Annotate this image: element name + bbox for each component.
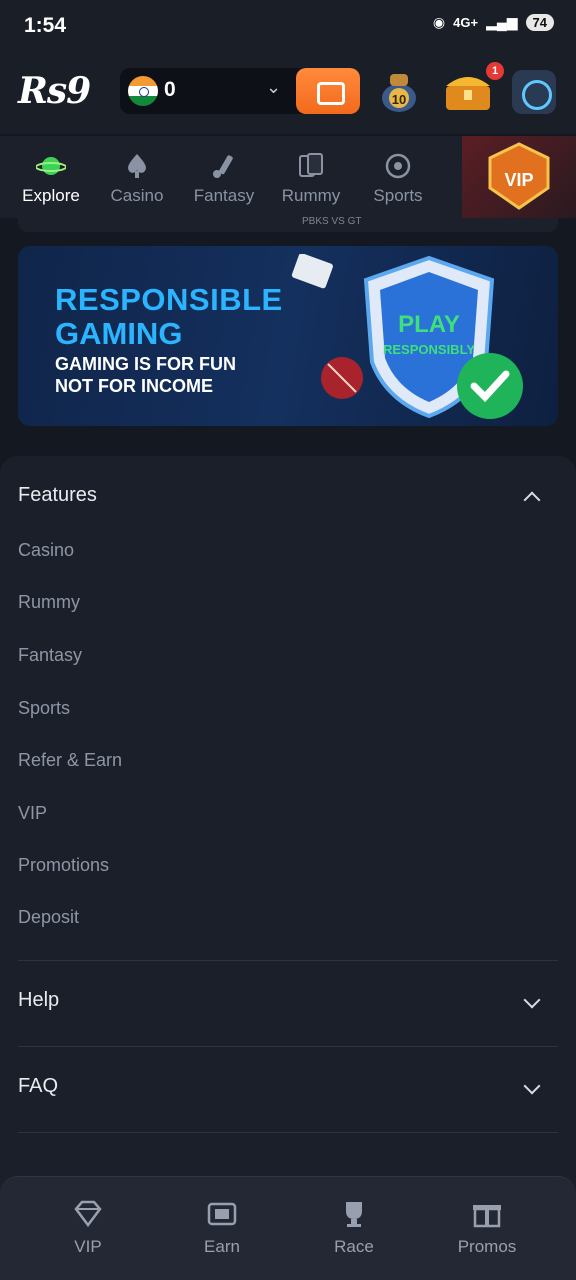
match-strip[interactable]: PBKS VS GT <box>18 216 558 232</box>
features-heading[interactable]: Features <box>18 484 97 507</box>
planet-icon <box>36 157 66 175</box>
divider <box>18 1046 558 1047</box>
footer-link-promotions[interactable]: Promotions <box>18 855 109 876</box>
trophy-icon <box>346 1202 362 1227</box>
bottom-nav-race-label: Race <box>334 1237 374 1256</box>
diamond-icon <box>74 1200 102 1228</box>
bottom-nav-vip-label: VIP <box>74 1237 102 1256</box>
vip-badge-label: VIP <box>504 170 533 190</box>
bottom-nav-promos-label: Promos <box>457 1237 517 1256</box>
hotspot-icon: ◉ <box>432 14 446 30</box>
tab-explore[interactable]: Explore <box>18 136 84 218</box>
gift-icon <box>473 1205 501 1228</box>
cards-icon <box>299 153 323 177</box>
cricket-bat-icon <box>213 155 233 178</box>
cricket-ball-icon <box>321 357 363 399</box>
status-bar: 1:54 ◉ 4G+ ▂▄▆ 74 <box>0 0 576 54</box>
check-coin-icon <box>457 353 523 419</box>
footer-link-deposit[interactable]: Deposit <box>18 907 79 928</box>
tab-fantasy[interactable]: Fantasy <box>190 136 258 218</box>
chevron-down-icon[interactable] <box>523 991 541 1009</box>
tab-sports-label: Sports <box>373 186 423 205</box>
status-time: 1:54 <box>24 14 67 37</box>
bottom-nav-earn[interactable]: Earn <box>190 1177 254 1280</box>
bottom-nav-race[interactable]: Race <box>322 1177 386 1280</box>
support-icon[interactable] <box>512 70 556 114</box>
tab-fantasy-label: Fantasy <box>193 186 255 205</box>
tab-sports[interactable]: Sports <box>368 136 428 218</box>
banner-title-line1: RESPONSIBLE <box>55 282 283 317</box>
footer-link-sports[interactable]: Sports <box>18 698 70 719</box>
bottom-nav-promos[interactable]: Promos <box>452 1177 522 1280</box>
footer-link-fantasy[interactable]: Fantasy <box>18 645 82 666</box>
tab-casino-label: Casino <box>110 186 164 205</box>
bottom-nav-vip[interactable]: VIP <box>56 1177 120 1280</box>
category-nav: Explore Casino Fantasy Rummy Sports VIP <box>0 136 576 218</box>
chevron-down-icon[interactable]: ⌄ <box>266 77 281 98</box>
pot-icon[interactable]: 10 <box>378 68 420 114</box>
banner-subtitle-line1: GAMING IS FOR FUN <box>55 354 236 374</box>
pot-level: 10 <box>392 92 406 107</box>
banner-title-line2: GAMING <box>55 316 183 351</box>
vip-crest-icon: VIP <box>488 142 550 210</box>
footer-link-vip[interactable]: VIP <box>18 803 47 824</box>
app-header: Rs9 0 ⌄ 10 1 <box>0 54 576 134</box>
football-icon <box>385 153 411 179</box>
balance-selector[interactable]: 0 ⌄ <box>120 68 360 114</box>
match-label: PBKS VS GT <box>302 216 362 227</box>
divider <box>18 1132 558 1133</box>
tab-rummy-label: Rummy <box>281 186 341 205</box>
earn-icon <box>207 1202 237 1226</box>
banner-subtitle-line2: NOT FOR INCOME <box>55 376 213 396</box>
playing-card-icon <box>291 254 333 289</box>
faq-heading[interactable]: FAQ <box>18 1075 58 1098</box>
responsible-gaming-banner[interactable]: RESPONSIBLE GAMING GAMING IS FOR FUN NOT… <box>18 246 558 426</box>
app-logo[interactable]: Rs9 <box>18 70 91 112</box>
battery-icon: 74 <box>525 14 554 31</box>
vip-badge[interactable]: VIP <box>462 136 576 218</box>
wallet-button[interactable] <box>296 68 360 114</box>
tab-explore-label: Explore <box>22 186 80 205</box>
bottom-nav: VIP Earn Race Promos <box>0 1176 576 1280</box>
india-flag-icon <box>128 76 158 106</box>
shield-line1: PLAY <box>398 311 460 338</box>
bottom-nav-earn-label: Earn <box>204 1237 240 1256</box>
balance-value: 0 <box>164 78 176 101</box>
tab-rummy[interactable]: Rummy <box>276 136 346 218</box>
notification-badge: 1 <box>486 62 504 80</box>
spade-icon <box>128 154 146 178</box>
signal-icon: ▂▄▆ <box>486 14 518 30</box>
footer-panel: Features Casino Rummy Fantasy Sports Ref… <box>0 456 576 1280</box>
tab-casino[interactable]: Casino <box>106 136 168 218</box>
network-label: 4G+ <box>453 15 479 30</box>
status-icons: ◉ 4G+ ▂▄▆ 74 <box>433 14 554 31</box>
footer-link-refer-earn[interactable]: Refer & Earn <box>18 750 122 771</box>
divider <box>18 960 558 961</box>
help-heading[interactable]: Help <box>18 989 59 1012</box>
chevron-down-icon[interactable] <box>523 1077 541 1095</box>
footer-link-rummy[interactable]: Rummy <box>18 592 80 613</box>
chevron-up-icon[interactable] <box>523 491 541 509</box>
footer-link-casino[interactable]: Casino <box>18 540 74 561</box>
